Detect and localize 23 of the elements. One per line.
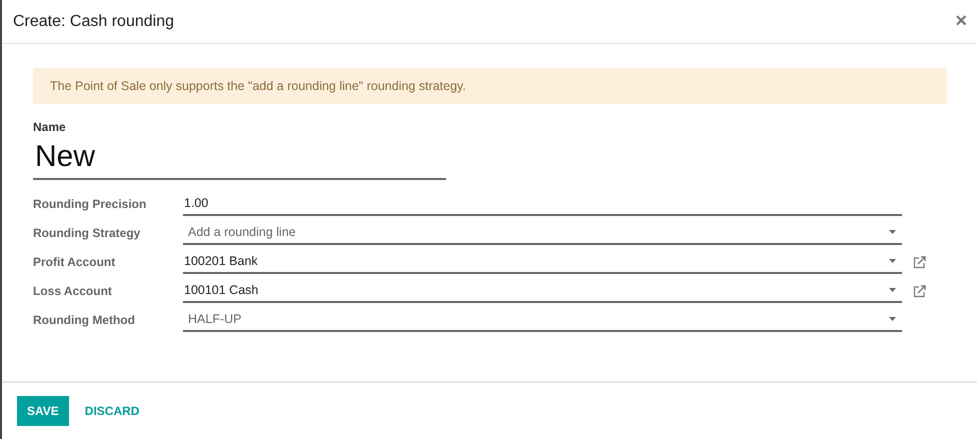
name-field[interactable]: New (33, 136, 446, 180)
dropdown-field[interactable]: Add a rounding line (183, 221, 902, 245)
dropdown-field[interactable]: HALF-UP (183, 308, 902, 332)
field-label: Name (33, 120, 67, 134)
field-label: Rounding Precision (33, 197, 148, 211)
dialog-title: Create: Cash rounding (13, 12, 174, 30)
alert-message: The Point of Sale only supports the "add a rounding line" rounding strategy. (33, 68, 947, 104)
save-button[interactable]: SAVE (17, 396, 69, 426)
discard-button[interactable]: DISCARD (74, 396, 150, 426)
close-button[interactable]: × (953, 10, 969, 33)
field-label: Rounding Strategy (33, 226, 142, 240)
caret-icon (889, 230, 896, 234)
caret-icon (889, 288, 896, 292)
dropdown-field[interactable]: 100201 Bank (183, 250, 902, 274)
external-link-icon[interactable] (913, 256, 926, 268)
caret-icon (889, 259, 896, 263)
field-label: Profit Account (33, 255, 116, 269)
field-label: Loss Account (33, 284, 113, 298)
input-field[interactable]: 1.00 (183, 192, 902, 216)
field-label: Rounding Method (33, 313, 136, 327)
caret-icon (889, 317, 896, 321)
external-link-icon[interactable] (913, 284, 926, 298)
dropdown-field[interactable]: 100101 Cash (183, 279, 902, 303)
